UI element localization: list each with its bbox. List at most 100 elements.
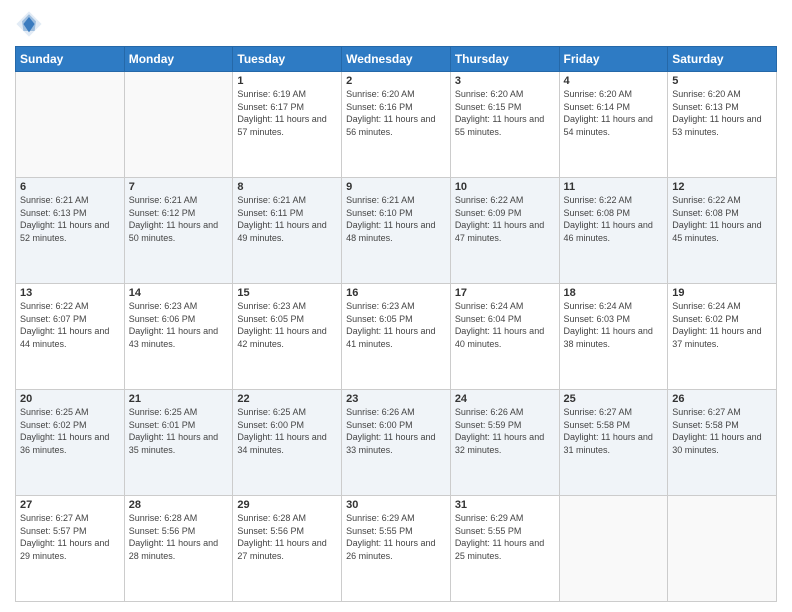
calendar-cell: 5Sunrise: 6:20 AM Sunset: 6:13 PM Daylig… — [668, 72, 777, 178]
calendar-cell: 22Sunrise: 6:25 AM Sunset: 6:00 PM Dayli… — [233, 390, 342, 496]
calendar-cell: 16Sunrise: 6:23 AM Sunset: 6:05 PM Dayli… — [342, 284, 451, 390]
header — [15, 10, 777, 38]
day-info: Sunrise: 6:22 AM Sunset: 6:07 PM Dayligh… — [20, 300, 120, 350]
day-number: 20 — [20, 393, 120, 405]
day-number: 27 — [20, 499, 120, 511]
day-info: Sunrise: 6:28 AM Sunset: 5:56 PM Dayligh… — [237, 512, 337, 562]
weekday-header: Tuesday — [233, 47, 342, 72]
weekday-header: Wednesday — [342, 47, 451, 72]
weekday-header: Saturday — [668, 47, 777, 72]
day-number: 23 — [346, 393, 446, 405]
day-info: Sunrise: 6:22 AM Sunset: 6:08 PM Dayligh… — [564, 194, 664, 244]
calendar-cell: 9Sunrise: 6:21 AM Sunset: 6:10 PM Daylig… — [342, 178, 451, 284]
calendar-cell: 24Sunrise: 6:26 AM Sunset: 5:59 PM Dayli… — [450, 390, 559, 496]
day-number: 12 — [672, 181, 772, 193]
day-info: Sunrise: 6:25 AM Sunset: 6:00 PM Dayligh… — [237, 406, 337, 456]
day-info: Sunrise: 6:20 AM Sunset: 6:16 PM Dayligh… — [346, 88, 446, 138]
calendar-cell: 10Sunrise: 6:22 AM Sunset: 6:09 PM Dayli… — [450, 178, 559, 284]
calendar-cell: 30Sunrise: 6:29 AM Sunset: 5:55 PM Dayli… — [342, 496, 451, 602]
calendar-cell: 11Sunrise: 6:22 AM Sunset: 6:08 PM Dayli… — [559, 178, 668, 284]
day-info: Sunrise: 6:21 AM Sunset: 6:11 PM Dayligh… — [237, 194, 337, 244]
day-info: Sunrise: 6:20 AM Sunset: 6:13 PM Dayligh… — [672, 88, 772, 138]
day-number: 14 — [129, 287, 229, 299]
day-info: Sunrise: 6:27 AM Sunset: 5:58 PM Dayligh… — [672, 406, 772, 456]
weekday-header: Friday — [559, 47, 668, 72]
day-info: Sunrise: 6:26 AM Sunset: 5:59 PM Dayligh… — [455, 406, 555, 456]
calendar-cell: 4Sunrise: 6:20 AM Sunset: 6:14 PM Daylig… — [559, 72, 668, 178]
day-info: Sunrise: 6:27 AM Sunset: 5:58 PM Dayligh… — [564, 406, 664, 456]
day-info: Sunrise: 6:24 AM Sunset: 6:02 PM Dayligh… — [672, 300, 772, 350]
day-number: 19 — [672, 287, 772, 299]
calendar-cell — [668, 496, 777, 602]
day-number: 18 — [564, 287, 664, 299]
calendar-cell — [559, 496, 668, 602]
calendar-cell: 18Sunrise: 6:24 AM Sunset: 6:03 PM Dayli… — [559, 284, 668, 390]
calendar-cell: 31Sunrise: 6:29 AM Sunset: 5:55 PM Dayli… — [450, 496, 559, 602]
day-info: Sunrise: 6:24 AM Sunset: 6:04 PM Dayligh… — [455, 300, 555, 350]
calendar-cell: 15Sunrise: 6:23 AM Sunset: 6:05 PM Dayli… — [233, 284, 342, 390]
calendar-cell: 29Sunrise: 6:28 AM Sunset: 5:56 PM Dayli… — [233, 496, 342, 602]
calendar-cell: 2Sunrise: 6:20 AM Sunset: 6:16 PM Daylig… — [342, 72, 451, 178]
day-number: 8 — [237, 181, 337, 193]
calendar-cell: 19Sunrise: 6:24 AM Sunset: 6:02 PM Dayli… — [668, 284, 777, 390]
day-info: Sunrise: 6:25 AM Sunset: 6:01 PM Dayligh… — [129, 406, 229, 456]
day-info: Sunrise: 6:22 AM Sunset: 6:08 PM Dayligh… — [672, 194, 772, 244]
day-number: 22 — [237, 393, 337, 405]
calendar-cell: 8Sunrise: 6:21 AM Sunset: 6:11 PM Daylig… — [233, 178, 342, 284]
calendar-cell: 13Sunrise: 6:22 AM Sunset: 6:07 PM Dayli… — [16, 284, 125, 390]
weekday-header: Sunday — [16, 47, 125, 72]
day-info: Sunrise: 6:21 AM Sunset: 6:12 PM Dayligh… — [129, 194, 229, 244]
day-number: 5 — [672, 75, 772, 87]
day-number: 15 — [237, 287, 337, 299]
calendar-cell: 27Sunrise: 6:27 AM Sunset: 5:57 PM Dayli… — [16, 496, 125, 602]
day-number: 11 — [564, 181, 664, 193]
day-number: 1 — [237, 75, 337, 87]
day-info: Sunrise: 6:24 AM Sunset: 6:03 PM Dayligh… — [564, 300, 664, 350]
calendar-cell: 6Sunrise: 6:21 AM Sunset: 6:13 PM Daylig… — [16, 178, 125, 284]
day-info: Sunrise: 6:21 AM Sunset: 6:10 PM Dayligh… — [346, 194, 446, 244]
day-number: 13 — [20, 287, 120, 299]
day-number: 28 — [129, 499, 229, 511]
day-number: 4 — [564, 75, 664, 87]
day-number: 16 — [346, 287, 446, 299]
calendar-cell: 25Sunrise: 6:27 AM Sunset: 5:58 PM Dayli… — [559, 390, 668, 496]
calendar-cell: 17Sunrise: 6:24 AM Sunset: 6:04 PM Dayli… — [450, 284, 559, 390]
calendar-cell: 3Sunrise: 6:20 AM Sunset: 6:15 PM Daylig… — [450, 72, 559, 178]
day-number: 21 — [129, 393, 229, 405]
logo-icon — [15, 10, 43, 38]
day-info: Sunrise: 6:19 AM Sunset: 6:17 PM Dayligh… — [237, 88, 337, 138]
day-info: Sunrise: 6:29 AM Sunset: 5:55 PM Dayligh… — [346, 512, 446, 562]
day-number: 6 — [20, 181, 120, 193]
calendar-cell — [124, 72, 233, 178]
day-number: 25 — [564, 393, 664, 405]
day-info: Sunrise: 6:25 AM Sunset: 6:02 PM Dayligh… — [20, 406, 120, 456]
day-info: Sunrise: 6:23 AM Sunset: 6:05 PM Dayligh… — [237, 300, 337, 350]
calendar-cell: 14Sunrise: 6:23 AM Sunset: 6:06 PM Dayli… — [124, 284, 233, 390]
day-number: 10 — [455, 181, 555, 193]
day-info: Sunrise: 6:21 AM Sunset: 6:13 PM Dayligh… — [20, 194, 120, 244]
day-number: 17 — [455, 287, 555, 299]
calendar-cell — [16, 72, 125, 178]
day-number: 7 — [129, 181, 229, 193]
day-number: 29 — [237, 499, 337, 511]
day-number: 26 — [672, 393, 772, 405]
logo — [15, 10, 47, 38]
calendar-cell: 28Sunrise: 6:28 AM Sunset: 5:56 PM Dayli… — [124, 496, 233, 602]
day-number: 2 — [346, 75, 446, 87]
day-info: Sunrise: 6:27 AM Sunset: 5:57 PM Dayligh… — [20, 512, 120, 562]
day-info: Sunrise: 6:20 AM Sunset: 6:14 PM Dayligh… — [564, 88, 664, 138]
day-info: Sunrise: 6:22 AM Sunset: 6:09 PM Dayligh… — [455, 194, 555, 244]
day-number: 30 — [346, 499, 446, 511]
day-number: 3 — [455, 75, 555, 87]
day-info: Sunrise: 6:20 AM Sunset: 6:15 PM Dayligh… — [455, 88, 555, 138]
day-info: Sunrise: 6:23 AM Sunset: 6:06 PM Dayligh… — [129, 300, 229, 350]
calendar-cell: 26Sunrise: 6:27 AM Sunset: 5:58 PM Dayli… — [668, 390, 777, 496]
day-info: Sunrise: 6:29 AM Sunset: 5:55 PM Dayligh… — [455, 512, 555, 562]
calendar-cell: 1Sunrise: 6:19 AM Sunset: 6:17 PM Daylig… — [233, 72, 342, 178]
calendar-cell: 20Sunrise: 6:25 AM Sunset: 6:02 PM Dayli… — [16, 390, 125, 496]
day-number: 24 — [455, 393, 555, 405]
weekday-header: Thursday — [450, 47, 559, 72]
day-number: 9 — [346, 181, 446, 193]
calendar: SundayMondayTuesdayWednesdayThursdayFrid… — [15, 46, 777, 602]
weekday-header: Monday — [124, 47, 233, 72]
